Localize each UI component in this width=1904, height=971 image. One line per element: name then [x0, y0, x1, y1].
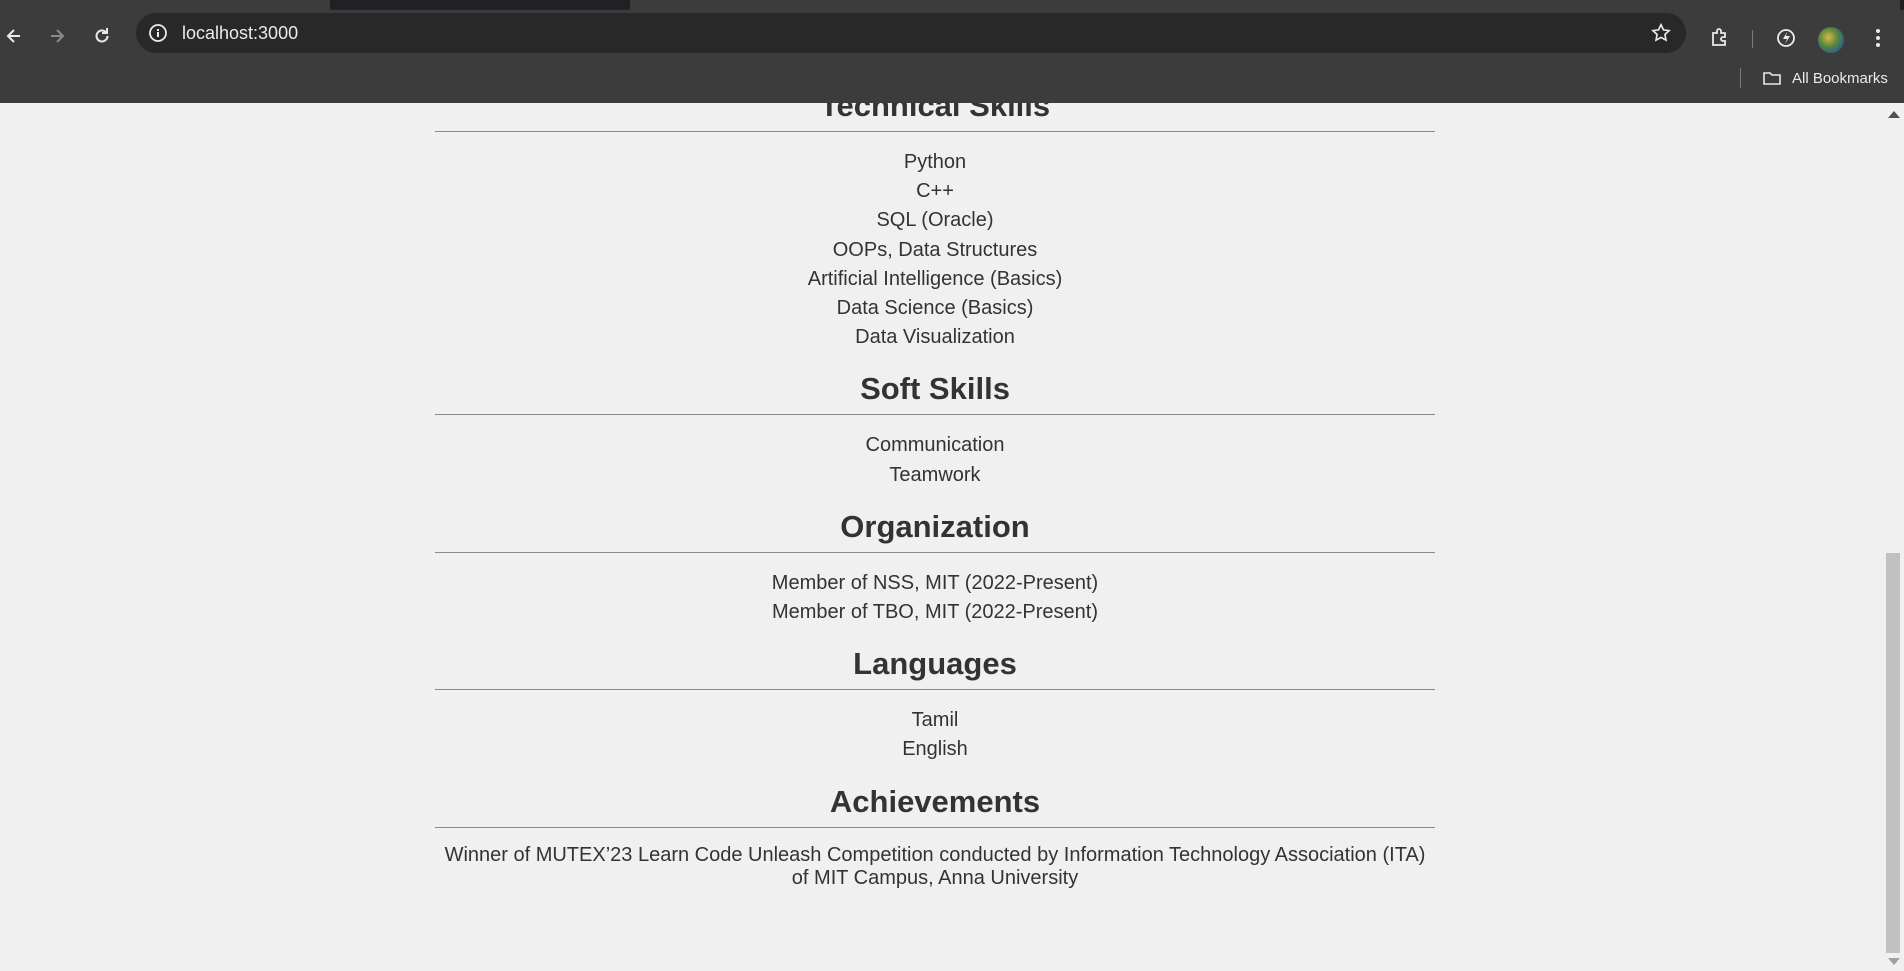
page-viewport: Technical Skills Python C++ SQL (Oracle)… [0, 103, 1884, 971]
bookmarks-divider [1740, 68, 1741, 88]
list-item: Python [903, 151, 967, 173]
technical-skills-section: Technical Skills Python C++ SQL (Oracle)… [435, 103, 1435, 352]
organization-section: Organization Member of NSS, MIT (2022-Pr… [435, 502, 1435, 627]
achievements-section: Achievements Winner of MUTEX’23 Learn Co… [435, 777, 1435, 890]
list-item: Data Science (Basics) [836, 297, 1034, 320]
extensions-icon[interactable] [1708, 26, 1732, 50]
browser-chrome: localhost:3000 All Bookmarks [0, 0, 1904, 103]
back-icon [6, 29, 20, 43]
section-title: Soft Skills [860, 371, 1010, 407]
folder-icon[interactable] [1762, 68, 1782, 88]
bookmark-star-icon[interactable] [1650, 22, 1672, 44]
tab-active-edge[interactable] [0, 0, 330, 10]
section-title: Technical Skills [819, 103, 1051, 123]
list-item: Data Visualization [855, 326, 1015, 349]
list-item: OOPs, Data Structures [832, 238, 1038, 261]
url-text[interactable]: localhost:3000 [182, 23, 298, 44]
address-bar[interactable]: localhost:3000 [136, 13, 1686, 53]
organization-list: Member of NSS, MIT (2022-Present) Member… [435, 569, 1435, 627]
tab-edge[interactable] [630, 0, 1900, 10]
list-item: Communication [865, 434, 1005, 457]
soft-skills-section: Soft Skills Communication Teamwork [435, 364, 1435, 489]
section-divider [435, 689, 1435, 691]
scrollbar-thumb[interactable] [1886, 553, 1900, 953]
browser-toolbar: localhost:3000 [0, 10, 1904, 62]
section-divider [435, 414, 1435, 416]
section-divider [435, 551, 1435, 553]
performance-icon[interactable] [1774, 26, 1798, 50]
skills-list: Communication Teamwork [435, 431, 1435, 489]
list-item: Teamwork [889, 463, 981, 486]
tab-strip [0, 0, 1904, 10]
section-title: Organization [840, 508, 1030, 544]
toolbar-divider [1752, 30, 1753, 48]
section-divider [435, 131, 1435, 132]
languages-list: Tamil English [435, 706, 1435, 764]
list-item: Winner of MUTEX’23 Learn Code Unleash Co… [444, 843, 1426, 889]
scroll-down-arrow-icon[interactable] [1888, 958, 1900, 965]
list-item: Artificial Intelligence (Basics) [807, 267, 1063, 290]
profile-avatar[interactable] [1818, 27, 1844, 53]
forward-button[interactable] [43, 22, 71, 50]
menu-icon[interactable] [1866, 26, 1890, 50]
section-divider [435, 826, 1435, 828]
list-item: Member of TBO, MIT (2022-Present) [771, 601, 1099, 624]
list-item: SQL (Oracle) [876, 209, 994, 232]
site-info-icon[interactable] [148, 23, 168, 43]
reload-button[interactable] [88, 22, 116, 50]
reload-icon [95, 28, 109, 43]
list-item: C++ [916, 180, 954, 203]
list-item: Member of NSS, MIT (2022-Present) [771, 571, 1099, 594]
section-title: Achievements [829, 783, 1041, 819]
vertical-scrollbar[interactable] [1884, 103, 1904, 971]
back-button[interactable] [0, 22, 28, 50]
resume-content: Technical Skills Python C++ SQL (Oracle)… [435, 103, 1435, 902]
achievements-list: Winner of MUTEX’23 Learn Code Unleash Co… [435, 844, 1435, 890]
list-item: English [902, 738, 968, 761]
all-bookmarks-link[interactable]: All Bookmarks [1792, 70, 1888, 87]
languages-section: Languages Tamil English [435, 639, 1435, 764]
scroll-up-arrow-icon[interactable] [1888, 111, 1900, 118]
skills-list: Python C++ SQL (Oracle) OOPs, Data Struc… [435, 148, 1435, 352]
bookmarks-bar: All Bookmarks [0, 62, 1904, 103]
forward-icon [51, 29, 65, 43]
section-title: Languages [853, 646, 1017, 682]
list-item: Tamil [911, 709, 959, 732]
